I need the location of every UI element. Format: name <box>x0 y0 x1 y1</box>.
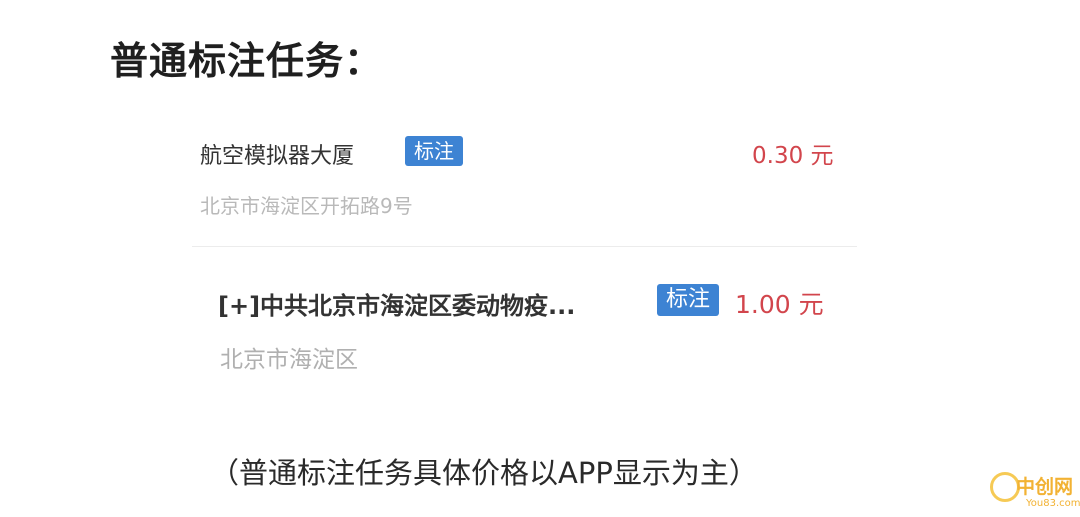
price-footnote: （普通标注任务具体价格以APP显示为主） <box>210 456 758 490</box>
watermark-logo: 中创网 You83.com <box>990 470 1080 512</box>
list-divider <box>192 246 857 247</box>
watermark-name: 中创网 <box>1016 476 1074 498</box>
task-name: 航空模拟器大厦 <box>200 144 355 169</box>
watermark-domain: You83.com <box>1026 498 1080 509</box>
task-tag-badge: 标注 <box>657 284 720 316</box>
task-tag-badge: 标注 <box>405 136 463 166</box>
task-price: 1.00 元 <box>735 290 824 319</box>
task-price: 0.30 元 <box>752 143 834 169</box>
page-heading: 普通标注任务： <box>110 39 384 83</box>
task-address: 北京市海淀区开拓路9号 <box>200 194 413 218</box>
task-address: 北京市海淀区 <box>220 347 358 373</box>
task-name: [+]中共北京市海淀区委动物疫... <box>218 292 576 320</box>
